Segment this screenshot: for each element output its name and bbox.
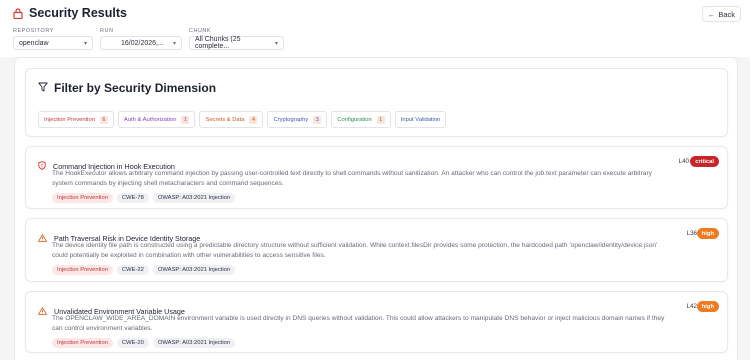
run-select[interactable]: 16/02/2026,... ▾ [100, 36, 182, 50]
dimension-chip[interactable]: Injection Prevention 6 [38, 111, 114, 128]
chunk-label: CHUNK [189, 28, 212, 34]
cwe-tag: CWE-78 [116, 193, 149, 203]
severity-badge: critical [690, 156, 719, 167]
warning-triangle-icon [38, 229, 47, 247]
vulnerability-description: The OPENCLAW_WIDE_AREA_DOMAIN environmen… [52, 315, 665, 332]
line-number: L36 [686, 230, 697, 237]
dimension-chip-label: Configuration [337, 116, 372, 123]
dimension-filter-label: Filter by Security Dimension [54, 81, 217, 95]
dimension-chip[interactable]: Configuration 1 [331, 111, 391, 128]
back-label: Back [718, 9, 735, 19]
dimension-chip-label: Input Validation [400, 116, 441, 123]
line-number: L40 [678, 158, 689, 165]
dimension-tag: Injection Prevention [52, 338, 113, 348]
dimension-chip-row: Injection Prevention 6 Auth & Authorizatio… [38, 111, 447, 128]
chevron-down-icon: ▾ [274, 40, 278, 47]
severity-badge: high [696, 301, 719, 312]
chevron-down-icon: ▾ [83, 40, 87, 47]
dimension-chip-label: Injection Prevention [44, 116, 95, 123]
vulnerability-description: The HookExecutor allows arbitrary comman… [52, 170, 652, 187]
owasp-tag: OWASP: A03:2021 Injection [152, 265, 236, 275]
chevron-down-icon: ▾ [172, 40, 176, 47]
chunk-select[interactable]: All Chunks (25 complete... ▾ [189, 36, 284, 50]
cwe-tag: CWE-20 [116, 338, 149, 348]
vulnerability-description: The device identity file path is constru… [52, 242, 658, 259]
dimension-filter-title: Filter by Security Dimension [38, 81, 216, 95]
chunk-value: All Chunks (25 complete... [195, 36, 241, 50]
repository-value: openclaw [19, 39, 49, 47]
repository-select[interactable]: openclaw ▾ [13, 36, 93, 50]
vulnerability-tags: Injection Prevention CWE-22 OWASP: A03:202… [52, 265, 236, 275]
owasp-tag: OWASP: A03:2021 Injection [152, 193, 236, 203]
repository-label: REPOSITORY [13, 28, 54, 34]
dimension-chip-count: 3 [313, 115, 322, 124]
cwe-tag: CWE-22 [116, 265, 149, 275]
back-button[interactable]: ← Back [701, 6, 741, 22]
owasp-tag: OWASP: A03:2021 Injection [152, 338, 236, 348]
results-panel: Filter by Security Dimension Injection P… [14, 57, 738, 360]
warning-triangle-icon [38, 302, 47, 320]
dimension-chip-label: Cryptography [273, 116, 309, 123]
dimension-chip[interactable]: Secrets & Data 4 [199, 111, 264, 128]
run-value: 16/02/2026,... [121, 39, 164, 47]
dimension-tag: Injection Prevention [52, 265, 113, 275]
vulnerability-card[interactable]: Path Traversal Risk in Device Identity S… [25, 218, 728, 282]
line-number: L42 [686, 303, 697, 310]
run-label: RUN [100, 28, 114, 34]
dimension-tag: Injection Prevention [52, 193, 113, 203]
dimension-chip-count: 1 [181, 115, 190, 124]
page-header: Security Results ← Back REPOSITORY openc… [0, 0, 750, 57]
vulnerability-card[interactable]: Command Injection in Hook Execution The H… [25, 146, 728, 209]
vulnerability-card[interactable]: Unvalidated Environment Variable Usage Th… [25, 291, 728, 353]
dimension-chip-count: 4 [249, 115, 258, 124]
vulnerability-tags: Injection Prevention CWE-78 OWASP: A03:202… [52, 193, 236, 203]
dimension-chip-count: 6 [99, 115, 108, 124]
title-row: Security Results [13, 6, 127, 20]
dimension-chip-count: 1 [376, 115, 385, 124]
dimension-filter-card: Filter by Security Dimension Injection P… [25, 68, 728, 137]
vulnerability-tags: Injection Prevention CWE-20 OWASP: A03:202… [52, 338, 236, 348]
severity-badge: high [696, 228, 719, 239]
lock-icon [13, 7, 23, 19]
dimension-chip-label: Auth & Authorization [123, 116, 177, 123]
page-title: Security Results [29, 6, 127, 20]
shield-alert-icon [38, 157, 46, 175]
dimension-chip-label: Secrets & Data [205, 116, 245, 123]
dimension-chip[interactable]: Input Validation [394, 111, 447, 128]
dimension-chip[interactable]: Auth & Authorization 1 [117, 111, 196, 128]
dimension-chip[interactable]: Cryptography 3 [267, 111, 328, 128]
filter-icon [38, 81, 48, 95]
arrow-left-icon: ← [707, 9, 716, 19]
